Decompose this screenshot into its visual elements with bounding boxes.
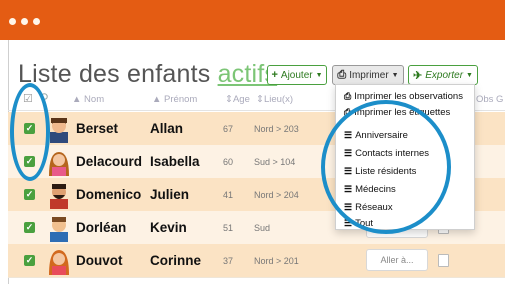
row-age: 37 [223, 256, 234, 266]
row-age: 41 [223, 190, 234, 200]
page-title: Liste des enfants actifs [18, 60, 277, 89]
sort-icon: ▲ [152, 94, 165, 105]
row-prenom: Julien [150, 187, 190, 202]
chevron-down-icon: ▼ [466, 71, 473, 79]
row-age: 60 [223, 157, 234, 167]
sort-icon: ⇕ [256, 94, 264, 105]
document-icon[interactable] [438, 254, 449, 267]
print-button[interactable]: ⎙ Imprimer ▼ [332, 65, 404, 85]
column-header-age[interactable]: ⇕Age [225, 94, 250, 105]
avatar [49, 250, 69, 275]
printer-icon: ⎙ [344, 91, 352, 101]
column-header-lieu[interactable]: ⇕Lieu(x) [256, 94, 293, 105]
row-lieu: Sud > 104 [254, 157, 296, 167]
row-prenom: Kevin [150, 220, 187, 235]
row-lieu: Nord > 201 [254, 256, 299, 266]
window-close-button[interactable] [9, 18, 16, 25]
row-nom: Domenico [76, 187, 142, 202]
chevron-down-icon: ▼ [391, 71, 399, 79]
row-nom: Delacourd [76, 154, 143, 169]
highlight-circle-print-menu [321, 100, 451, 234]
window-titlebar [0, 0, 505, 40]
row-checkbox[interactable]: ✓ [24, 222, 35, 233]
row-lieu: Sud [254, 223, 271, 233]
menu-item-print-observations[interactable]: ⎙ Imprimer les observations [344, 91, 463, 102]
row-prenom: Corinne [150, 253, 202, 268]
row-prenom: Isabella [150, 154, 200, 169]
sort-icon: ▲ [72, 94, 85, 105]
row-lieu: Nord > 204 [254, 190, 299, 200]
column-header-g[interactable]: G [496, 94, 503, 105]
row-age: 67 [223, 124, 234, 134]
table-row[interactable]: ✓ Douvot Corinne 37 Nord > 201 Aller à..… [8, 244, 505, 278]
row-checkbox[interactable]: ✓ [24, 189, 35, 200]
export-button-label: Exporter [425, 69, 464, 81]
print-button-label: Imprimer [349, 69, 389, 81]
goto-button[interactable]: Aller à... [366, 249, 428, 271]
add-button-label: Ajouter [280, 69, 313, 81]
row-age: 51 [223, 223, 234, 233]
avatar [49, 152, 69, 176]
row-nom: Berset [76, 121, 119, 136]
avatar [50, 184, 68, 209]
row-nom: Dorléan [76, 220, 127, 235]
sort-icon: ⇕ [225, 94, 233, 105]
row-prenom: Allan [150, 121, 184, 136]
column-header-nom[interactable]: ▲ Nom [72, 94, 104, 105]
export-button[interactable]: ✈ Exporter ▼ [408, 65, 478, 85]
add-button[interactable]: + Ajouter ▼ [267, 65, 327, 85]
row-lieu: Nord > 203 [254, 124, 299, 134]
column-header-obs[interactable]: Obs [476, 94, 493, 105]
row-checkbox[interactable]: ✓ [24, 255, 35, 266]
page-title-main: Liste des enfants [18, 60, 211, 88]
plus-icon: + [271, 69, 278, 81]
window-minimize-button[interactable] [21, 18, 28, 25]
chevron-down-icon: ▼ [315, 71, 323, 79]
avatar [50, 217, 68, 242]
window-maximize-button[interactable] [33, 18, 40, 25]
printer-icon: ⎙ [337, 68, 347, 81]
column-header-prenom[interactable]: ▲ Prénom [152, 94, 197, 105]
row-nom: Douvot [76, 253, 123, 268]
send-icon: ✈ [413, 69, 423, 82]
highlight-circle-checkboxes [10, 83, 50, 181]
